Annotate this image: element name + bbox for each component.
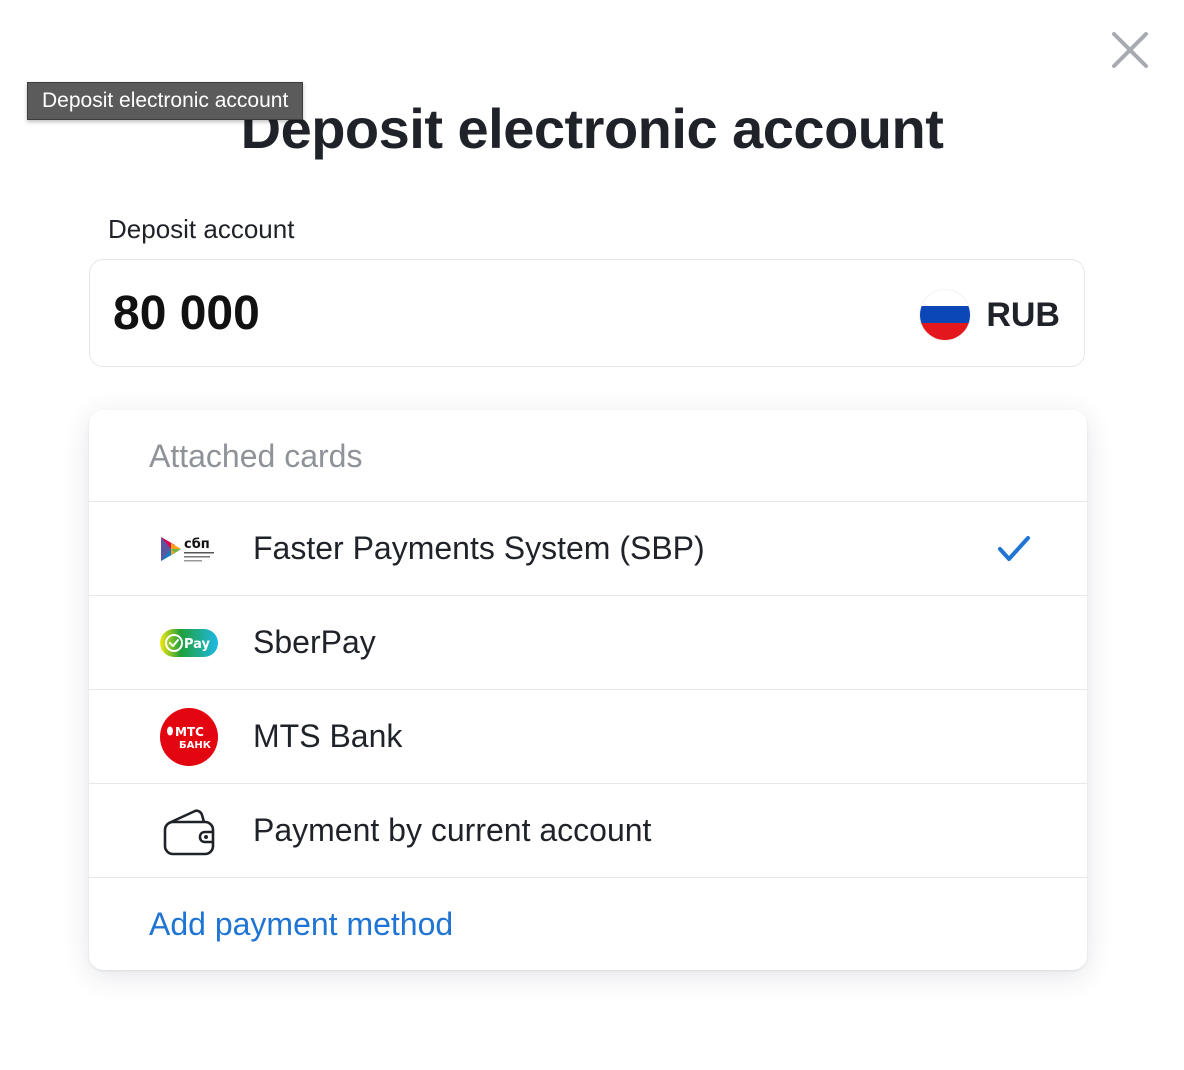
- svg-text:МТС: МТС: [175, 725, 204, 739]
- payment-method-dropdown: Attached cards сбп Faster Payments Syste…: [89, 410, 1087, 970]
- payment-option-label: Payment by current account: [253, 812, 652, 848]
- amount-input[interactable]: 80 000 RUB: [89, 259, 1085, 367]
- payment-option-label: Faster Payments System (SBP): [253, 530, 705, 566]
- mts-bank-logo-icon: МТС БАНК: [159, 707, 219, 767]
- payment-option-sbp[interactable]: сбп Faster Payments System (SBP): [89, 502, 1087, 596]
- close-button[interactable]: [1106, 26, 1154, 74]
- currency-selector[interactable]: RUB: [920, 290, 1060, 340]
- deposit-account-label: Deposit account: [108, 214, 295, 244]
- payment-option-current-account[interactable]: Payment by current account: [89, 784, 1087, 878]
- sberpay-logo-icon: Pay: [159, 613, 219, 673]
- svg-text:БАНК: БАНК: [179, 740, 212, 751]
- currency-code: RUB: [986, 295, 1060, 334]
- sbp-logo-icon: сбп: [159, 519, 219, 579]
- svg-text:сбп: сбп: [184, 537, 210, 552]
- deposit-dialog: Deposit electronic account Deposit elect…: [0, 0, 1184, 1070]
- payment-option-label: MTS Bank: [253, 718, 403, 754]
- title-tooltip: Deposit electronic account: [27, 82, 304, 120]
- payment-option-label: SberPay: [253, 624, 376, 660]
- amount-value[interactable]: 80 000: [113, 286, 260, 341]
- attached-cards-header: Attached cards: [89, 410, 1087, 502]
- payment-option-mts-bank[interactable]: МТС БАНК MTS Bank: [89, 690, 1087, 784]
- wallet-icon: [159, 801, 219, 861]
- checkmark-icon: [998, 535, 1030, 561]
- svg-text:Pay: Pay: [184, 637, 211, 652]
- payment-option-sberpay[interactable]: Pay SberPay: [89, 596, 1087, 690]
- russia-flag-icon: [920, 290, 971, 340]
- add-payment-method-link[interactable]: Add payment method: [89, 878, 1087, 970]
- close-icon: [1112, 32, 1148, 68]
